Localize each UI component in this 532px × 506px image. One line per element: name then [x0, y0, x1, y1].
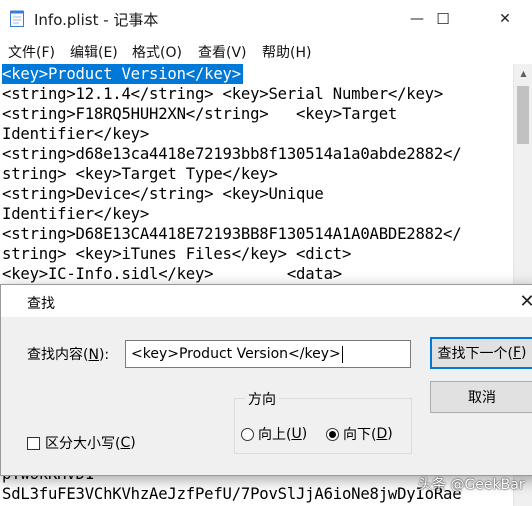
editor-line: Identifier</key> [2, 205, 150, 223]
find-what-input[interactable]: <key>Product Version</key> [125, 340, 411, 368]
editor-line: <string>12.1.4</string> <key>Serial Numb… [2, 85, 444, 103]
find-dialog: 查找 ✕ 查找内容(N): <key>Product Version</key>… [0, 284, 532, 476]
direction-down-text: 向下( [343, 427, 377, 443]
editor-line: <key>IC-Info.sidl</key> <data> [2, 265, 342, 283]
find-dialog-titlebar: 查找 ✕ [1, 285, 532, 317]
text-caret [341, 345, 343, 363]
scrollbar-thumb[interactable] [517, 86, 529, 144]
menu-file[interactable]: 文件(F) [8, 42, 55, 62]
find-what-accel-key: N [88, 347, 99, 363]
direction-down-end: ) [387, 426, 393, 442]
scroll-up-icon[interactable]: ▲ [514, 65, 532, 82]
cancel-button[interactable]: 取消 [430, 381, 532, 413]
radio-up-circle[interactable] [241, 427, 254, 441]
find-dialog-close-icon[interactable]: ✕ [515, 289, 532, 313]
find-next-button[interactable]: 查找下一个(F) [430, 337, 532, 369]
cancel-label: 取消 [468, 390, 496, 406]
direction-down-accel-key: D [376, 426, 388, 442]
editor-line: string> <key>Target Type</key> [2, 165, 278, 183]
direction-up-accel-key: U [291, 426, 302, 442]
direction-up-radio[interactable]: 向上(U) [241, 424, 307, 444]
editor-line: Identifier</key> [2, 125, 150, 143]
find-next-label-end: ) [521, 345, 527, 361]
editor-line: string> <key>iTunes Files</key> <dict> [2, 245, 352, 263]
maximize-button[interactable]: ☐ [420, 0, 466, 38]
title-bar: Info.plist - 记事本 — ☐ ✕ [0, 0, 532, 38]
find-what-label-text: 查找内容( [27, 347, 89, 363]
direction-label: 方向 [245, 389, 279, 409]
find-dialog-title: 查找 [27, 296, 55, 312]
radio-down-circle[interactable] [326, 427, 339, 441]
editor-line: <string>d68e13ca4418e72193bb8f130514a1a0… [2, 145, 462, 163]
menu-edit[interactable]: 编辑(E) [70, 42, 118, 62]
direction-up-text: 向上( [258, 427, 292, 443]
match-case-text: 区分大小写( [45, 436, 121, 452]
editor-line: <string>F18RQ5HUH2XN</string> <key>Targe… [2, 105, 398, 123]
watermark: 头条 @GeekBar [418, 477, 525, 493]
match-case-checkbox[interactable]: 区分大小写(C) [27, 433, 136, 453]
window-title: Info.plist - 记事本 [34, 11, 159, 29]
checkbox-box[interactable] [27, 436, 40, 450]
maximize-icon: ☐ [436, 10, 450, 28]
find-next-label: 查找下一个( [437, 346, 513, 362]
menu-format[interactable]: 格式(O) [132, 42, 182, 62]
menu-view[interactable]: 查看(V) [198, 42, 247, 62]
editor-line: SdL3fuFE3VChKVhzAeJzfPefU/7PovSlJjA6ioNe… [2, 485, 462, 503]
editor-line-selected: <key>Product Version</key> [2, 64, 243, 84]
close-icon: ✕ [499, 11, 511, 27]
direction-down-radio[interactable]: 向下(D) [326, 424, 393, 444]
editor-line: <string>D68E13CA4418E72193BB8F130514A1A0… [2, 225, 462, 243]
notepad-icon [10, 10, 24, 27]
close-button[interactable]: ✕ [478, 0, 532, 38]
match-case-accel-key: C [120, 435, 131, 451]
find-what-label-end: ): [98, 347, 110, 363]
menu-help[interactable]: 帮助(H) [262, 42, 311, 62]
menu-bar: 文件(F) 编辑(E) 格式(O) 查看(V) 帮助(H) [0, 38, 532, 64]
find-what-label: 查找内容(N): [27, 344, 109, 364]
editor-line: <string>Device</string> <key>Unique [2, 185, 324, 203]
direction-up-end: ) [301, 426, 308, 442]
find-next-accel-key: F [512, 345, 522, 361]
find-what-value: <key>Product Version</key> [131, 346, 341, 362]
match-case-end: ) [130, 435, 136, 451]
